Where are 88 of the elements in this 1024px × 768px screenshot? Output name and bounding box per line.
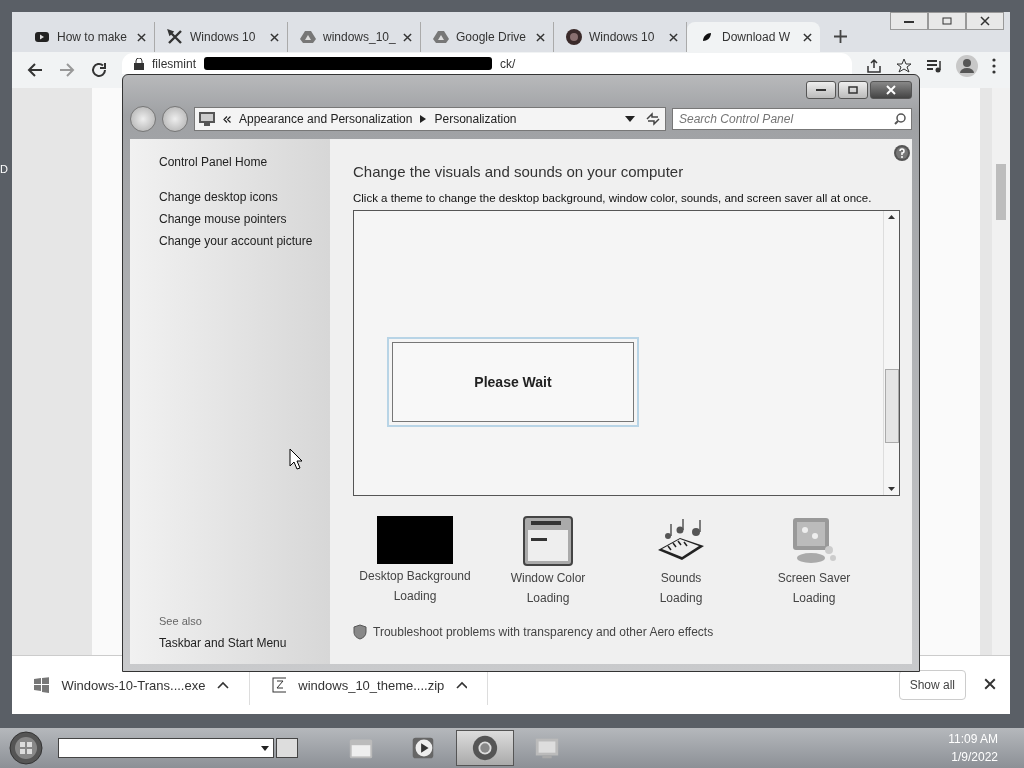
address-bar[interactable]: filesmint ck/ <box>122 53 852 74</box>
scrollbar[interactable] <box>883 211 899 495</box>
close-icon <box>980 16 990 26</box>
close-icon[interactable] <box>137 32 146 42</box>
setting-link[interactable]: Desktop Background <box>359 568 471 584</box>
menu-icon[interactable] <box>992 58 996 74</box>
share-icon[interactable] <box>866 58 882 74</box>
help-icon[interactable] <box>894 145 910 161</box>
lock-icon <box>134 57 144 70</box>
reload-icon[interactable] <box>90 61 108 79</box>
close-icon[interactable] <box>403 32 412 42</box>
go-button[interactable] <box>276 738 298 758</box>
round-icon <box>566 29 582 45</box>
setting-link[interactable]: Sounds <box>660 570 702 586</box>
scroll-down-icon[interactable] <box>888 487 895 491</box>
show-all-button[interactable]: Show all <box>898 670 966 700</box>
clock-date: 1/9/2022 <box>951 749 998 766</box>
breadcrumb-bar[interactable]: Appearance and Personalization Personalization <box>194 107 666 131</box>
maximize-button[interactable] <box>838 81 868 99</box>
window-color-icon[interactable] <box>523 516 573 566</box>
sidebar-link[interactable]: Change desktop icons <box>159 190 278 204</box>
shield-icon <box>353 624 367 640</box>
download-filename[interactable]: windows_10_theme....zip <box>298 677 445 693</box>
search-icon <box>894 113 906 125</box>
maximize-icon <box>942 17 952 25</box>
close-icon[interactable] <box>270 32 279 42</box>
setting-status: Loading <box>393 588 437 604</box>
setting-status: Loading <box>659 590 703 606</box>
profile-icon[interactable] <box>956 55 978 77</box>
tools-icon <box>167 29 183 45</box>
browser-tab[interactable]: Download W <box>687 22 820 52</box>
close-icon[interactable] <box>984 677 996 690</box>
triangle-icon <box>300 29 316 45</box>
triangle-icon <box>433 29 449 45</box>
mouse-cursor-icon <box>289 448 303 470</box>
close-icon[interactable] <box>669 32 678 42</box>
maximize-icon <box>848 86 858 94</box>
minimize-button[interactable] <box>806 81 836 99</box>
start-button[interactable] <box>9 731 43 765</box>
page-heading: Change the visuals and sounds on your computer <box>353 163 684 180</box>
double-chevron-icon[interactable] <box>223 115 231 123</box>
new-tab-icon[interactable] <box>834 30 847 43</box>
scroll-thumb[interactable] <box>884 369 899 443</box>
playlist-icon[interactable] <box>926 58 942 74</box>
clock-time: 11:09 AM <box>948 731 998 748</box>
setting-link[interactable]: Screen Saver <box>777 570 851 586</box>
back-button[interactable] <box>130 106 156 132</box>
scroll-up-icon[interactable] <box>888 215 895 219</box>
star-icon[interactable] <box>896 58 912 74</box>
address-toolbar-field[interactable] <box>58 738 274 758</box>
caret-icon[interactable] <box>456 681 467 689</box>
forward-icon[interactable] <box>58 61 76 79</box>
troubleshoot-link[interactable]: Troubleshoot problems with transparency and other Aero effects <box>373 625 714 639</box>
forward-button[interactable] <box>162 106 188 132</box>
close-button[interactable] <box>966 12 1004 30</box>
please-wait-message: Please Wait <box>474 374 552 390</box>
dropdown-icon[interactable] <box>625 116 635 122</box>
download-filename[interactable]: Windows-10-Trans....exe <box>61 677 206 693</box>
page-description: Click a theme to change the desktop background, window color, sounds, and screen saver all at once. <box>353 192 872 204</box>
close-icon[interactable] <box>803 32 812 42</box>
sidebar-link[interactable]: Change your account picture <box>159 234 313 248</box>
close-button[interactable] <box>870 81 912 99</box>
sidebar-link[interactable]: Control Panel Home <box>159 155 268 169</box>
scrollbar[interactable] <box>992 88 1010 655</box>
breadcrumb-item[interactable]: Appearance and Personalization <box>239 112 413 126</box>
chevron-icon <box>420 115 427 123</box>
caret-icon[interactable] <box>217 681 229 689</box>
windows-logo-icon <box>34 677 50 693</box>
monitor-icon <box>199 112 215 126</box>
setting-link[interactable]: Window Color <box>510 570 586 586</box>
dropdown-icon[interactable] <box>261 745 269 751</box>
back-icon[interactable] <box>26 61 44 79</box>
archive-icon <box>272 677 287 693</box>
taskbar-button[interactable] <box>456 730 514 766</box>
breadcrumb-item[interactable]: Personalization <box>434 112 517 126</box>
desktop-icon-label: D <box>0 163 8 175</box>
sidebar-link[interactable]: Change mouse pointers <box>159 212 287 226</box>
browser-icon <box>471 734 499 762</box>
close-icon <box>886 85 896 95</box>
sidebar-link[interactable]: Taskbar and Start Menu <box>159 636 287 650</box>
minimize-button[interactable] <box>890 12 928 30</box>
setting-status: Loading <box>526 590 570 606</box>
setting-status: Loading <box>792 590 836 606</box>
search-field[interactable]: Search Control Panel <box>672 108 912 130</box>
video-icon <box>34 29 50 45</box>
close-icon[interactable] <box>536 32 545 42</box>
see-also-heading: See also <box>159 615 202 627</box>
minimize-icon <box>904 18 914 24</box>
